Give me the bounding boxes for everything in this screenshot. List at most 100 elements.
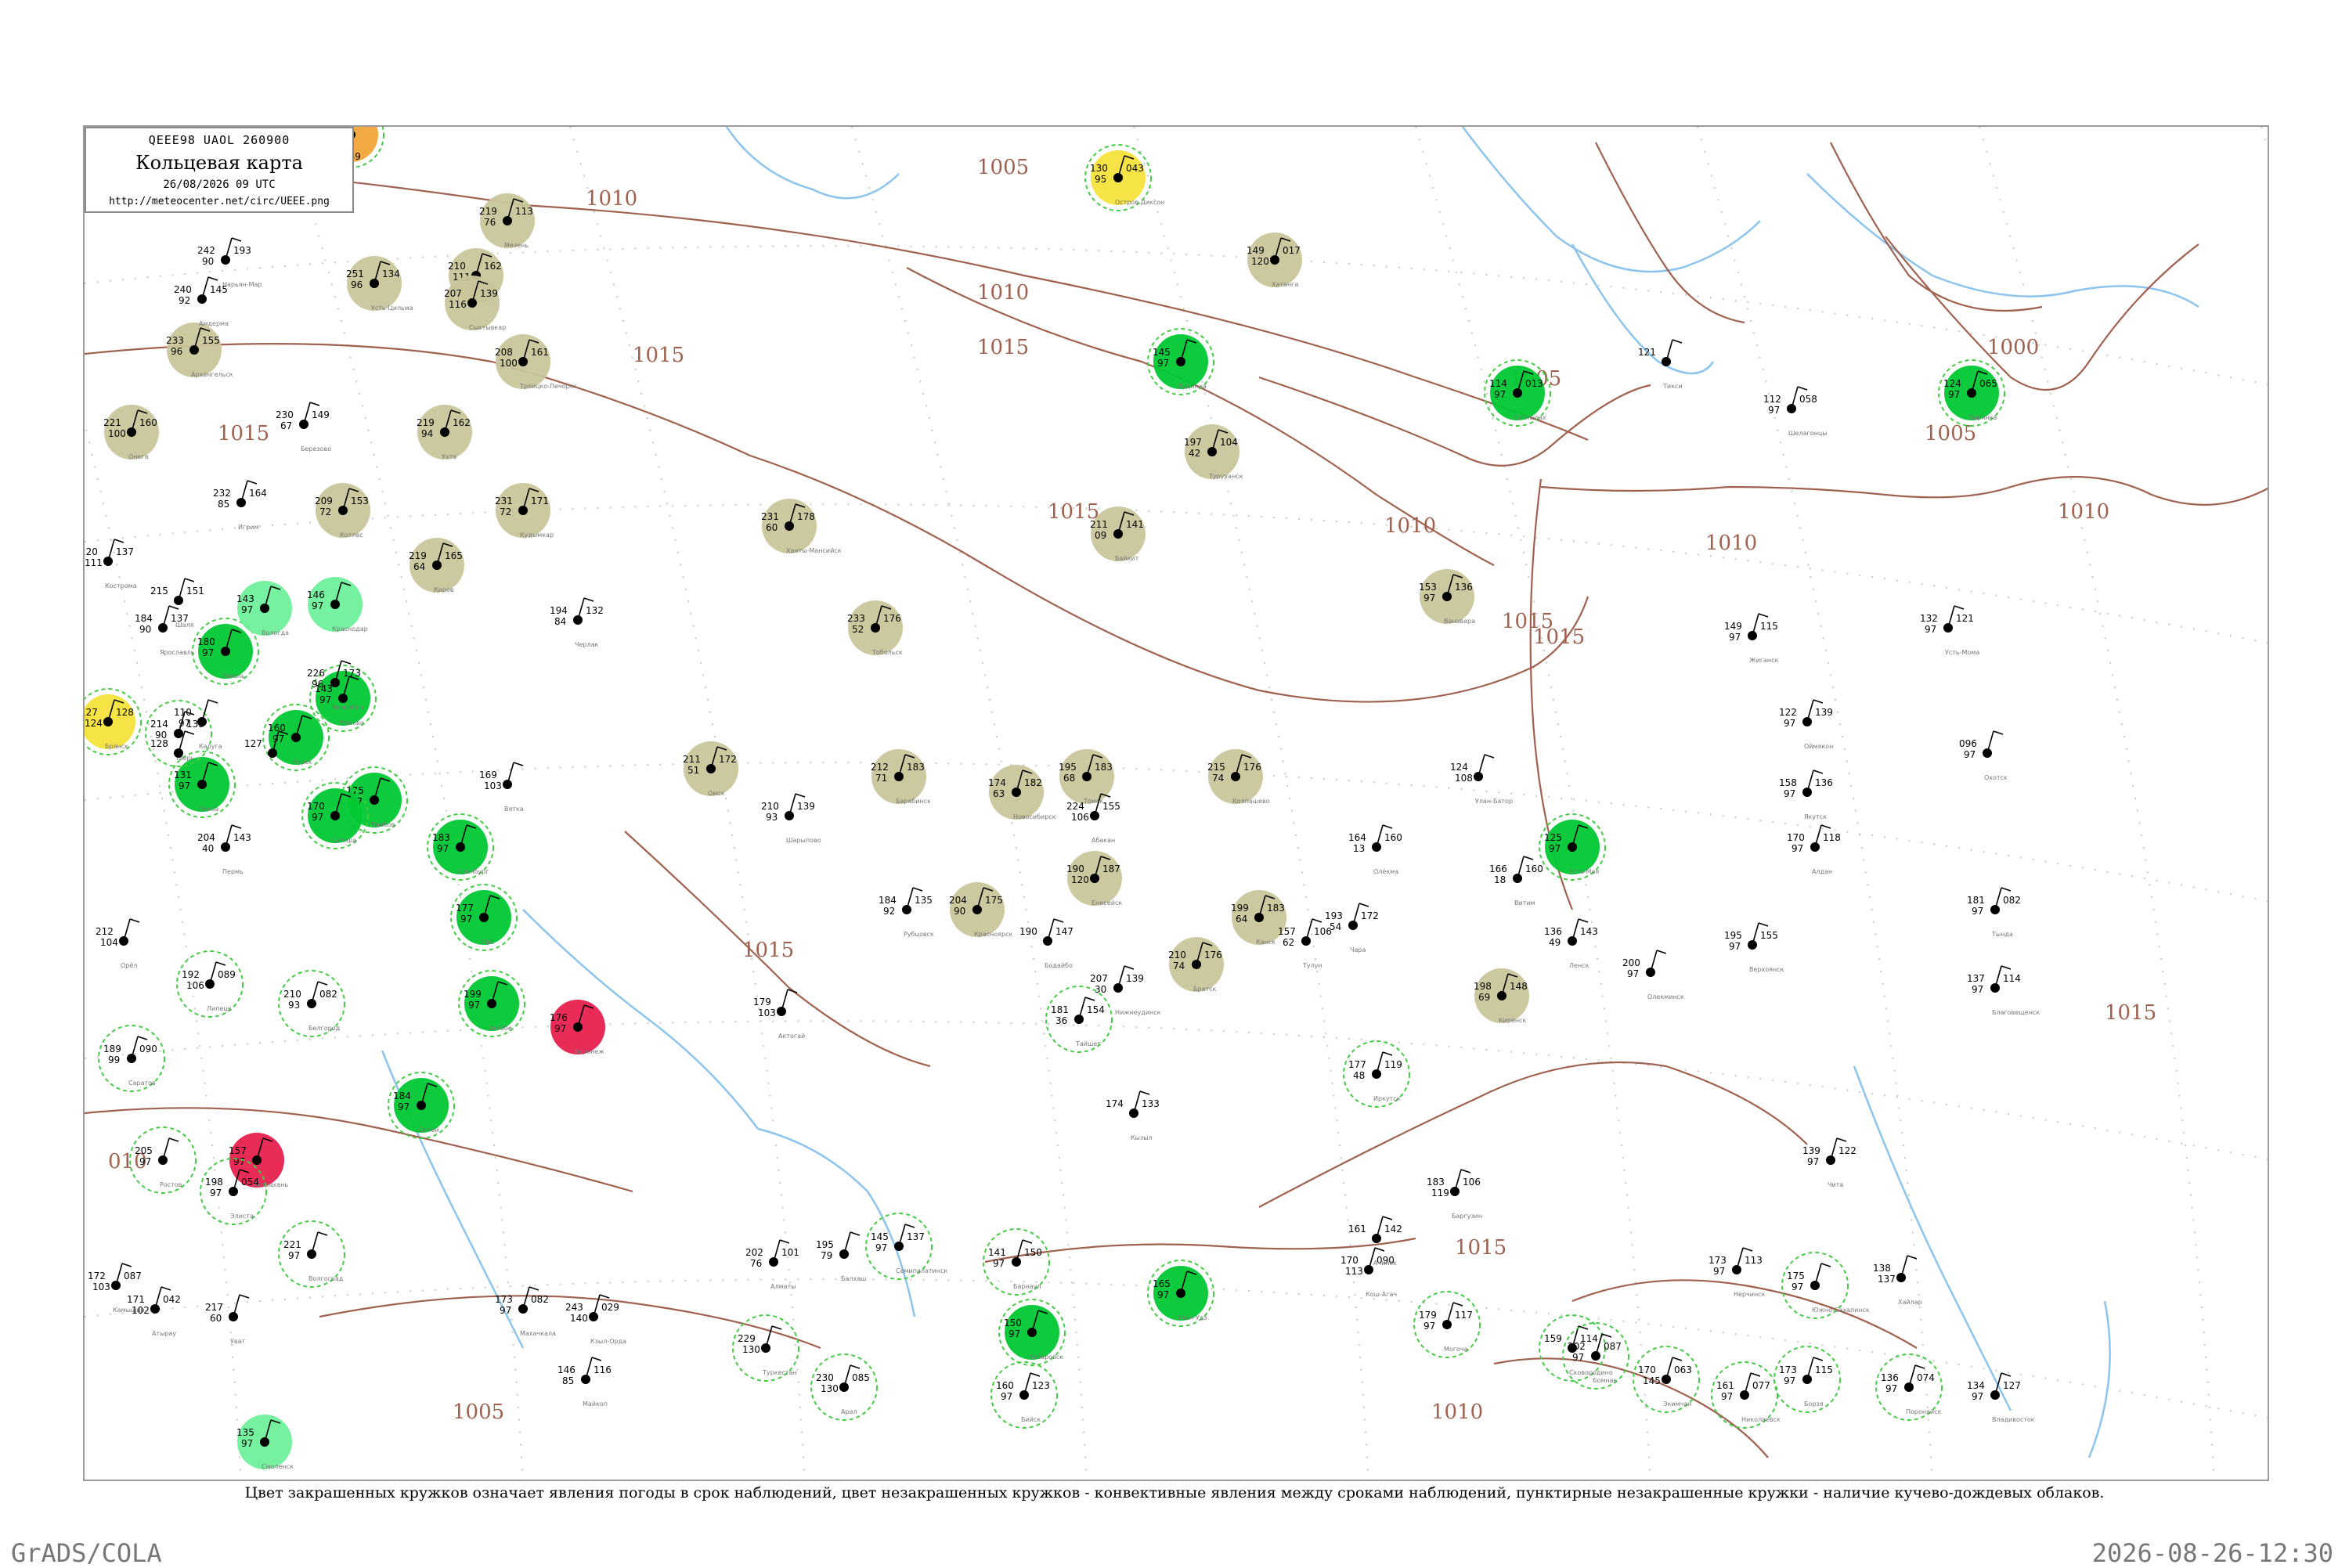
station-name: Калуга bbox=[199, 743, 222, 750]
station-dewpoint: 97 bbox=[1972, 906, 1983, 917]
footer-timestamp: 2026-08-26-12:30 bbox=[2091, 1538, 2333, 1568]
station-dewpoint: 84 bbox=[554, 616, 566, 627]
station-dewpoint: 69 bbox=[1478, 992, 1490, 1003]
station-dewpoint: 72 bbox=[319, 506, 331, 517]
wind-barb-feather bbox=[1382, 1051, 1393, 1056]
station-temperature: 160 bbox=[268, 723, 286, 734]
station-name: Усть-Цильма bbox=[371, 305, 413, 312]
station-dewpoint: 92 bbox=[179, 295, 190, 306]
station-pressure: 115 bbox=[1815, 1364, 1833, 1375]
station-pressure: 151 bbox=[186, 586, 204, 597]
station-name: Воронеж bbox=[575, 1048, 604, 1055]
station-dewpoint: 97 bbox=[398, 1101, 410, 1112]
wind-barb-feather bbox=[231, 237, 242, 242]
station-name: Черлак bbox=[575, 641, 599, 648]
station-name: Мезень bbox=[504, 242, 529, 249]
station-dewpoint: 130 bbox=[742, 1344, 760, 1355]
station-temperature: 189 bbox=[103, 1044, 121, 1054]
station-temperature: 166 bbox=[1489, 863, 1507, 874]
station-temperature: 240 bbox=[174, 284, 192, 295]
station-dewpoint: 95 bbox=[1095, 174, 1106, 185]
station-pressure: 162 bbox=[484, 261, 502, 272]
meridian-line bbox=[1415, 127, 1651, 1480]
parallel-line bbox=[85, 762, 2268, 903]
station-pressure: 017 bbox=[1283, 245, 1301, 256]
isobar-label: 1000 bbox=[1987, 336, 2039, 359]
station-temperature: 184 bbox=[879, 895, 897, 906]
wind-barb-feather bbox=[1672, 339, 1683, 344]
station-name: Новосибирск bbox=[1013, 813, 1056, 820]
isobar-label: 1010 bbox=[1705, 532, 1757, 555]
station-name: Березово bbox=[301, 445, 331, 452]
station-dewpoint: 92 bbox=[883, 906, 895, 917]
station-dewpoint: 64 bbox=[413, 561, 425, 572]
wind-barb-feather bbox=[317, 1231, 328, 1236]
station-temperature: 141 bbox=[988, 1247, 1006, 1258]
station-pressure: 172 bbox=[719, 754, 737, 765]
station-temperature: 110 bbox=[174, 707, 192, 718]
station-pressure: 113 bbox=[1745, 1255, 1763, 1266]
station-pressure: 137 bbox=[116, 546, 134, 557]
station-pressure: 117 bbox=[1455, 1310, 1473, 1321]
station-temperature: 200 bbox=[1622, 957, 1640, 968]
station-temperature: 170 bbox=[1340, 1255, 1359, 1266]
map-canvas: 1010100510101015101510151010101510051000… bbox=[85, 127, 2268, 1480]
station-name: Байкит bbox=[1115, 555, 1139, 562]
station-dewpoint: 97 bbox=[319, 694, 331, 705]
station-temperature: 175 bbox=[1787, 1271, 1805, 1281]
station-dewpoint: 63 bbox=[993, 788, 1005, 799]
station-name: Орёл bbox=[121, 962, 137, 969]
station-name: Саскылах bbox=[1514, 414, 1546, 421]
station-name: Оймякон bbox=[1804, 743, 1833, 750]
station-pressure: 139 bbox=[480, 288, 498, 299]
station-pressure: 063 bbox=[1674, 1364, 1692, 1375]
station-pressure: 122 bbox=[1838, 1145, 1856, 1156]
station-dewpoint: 119 bbox=[1431, 1188, 1449, 1199]
station-pressure: 087 bbox=[1604, 1341, 1622, 1352]
station-temperature: 193 bbox=[1325, 910, 1343, 921]
station-temperature: 145 bbox=[1153, 347, 1171, 358]
station-pressure: 141 bbox=[1126, 519, 1144, 530]
wind-barb-feather bbox=[1813, 770, 1824, 774]
station-dewpoint: 97 bbox=[1423, 1321, 1435, 1332]
station-temperature: 174 bbox=[1106, 1098, 1124, 1109]
station-temperature: 251 bbox=[346, 269, 364, 279]
station-temperature: 127 bbox=[244, 738, 262, 749]
map-datetime: 26/08/2026 09 UTC bbox=[163, 178, 276, 191]
station-temperature: 124 bbox=[1450, 762, 1468, 773]
station-dewpoint: 97 bbox=[1925, 624, 1936, 635]
station-temperature: 157 bbox=[229, 1145, 247, 1156]
wind-barb-feather bbox=[850, 1231, 861, 1236]
station-temperature: 195 bbox=[1059, 762, 1077, 773]
isobar-line bbox=[85, 1107, 633, 1193]
station-temperature: 173 bbox=[1709, 1255, 1727, 1266]
wind-barb-feather bbox=[1820, 1263, 1831, 1267]
station-temperature: 217 bbox=[205, 1302, 223, 1313]
station-temperature: 114 bbox=[1489, 378, 1507, 389]
station-name: Тикси bbox=[1662, 383, 1683, 390]
station-pressure: 143 bbox=[1580, 926, 1598, 937]
wind-barb-feather bbox=[168, 605, 179, 610]
station-pressure: 173 bbox=[343, 668, 361, 679]
map-url[interactable]: http://meteocenter.net/circ/UEEE.png bbox=[86, 196, 352, 207]
station-pressure: 043 bbox=[1126, 163, 1144, 174]
station-pressure: 176 bbox=[1204, 950, 1222, 961]
station-name: Якутск bbox=[1804, 813, 1827, 820]
isobar-line bbox=[1258, 1061, 1808, 1208]
station-temperature: 171 bbox=[127, 1294, 145, 1305]
wind-barb-feather bbox=[1578, 1325, 1589, 1330]
station-dewpoint: 97 bbox=[993, 1258, 1005, 1269]
station-temperature: 210 bbox=[283, 989, 301, 1000]
station-name: Шелагонцы bbox=[1788, 430, 1828, 437]
station-temperature: 202 bbox=[745, 1247, 763, 1258]
isobar-label: 1015 bbox=[633, 344, 684, 367]
station-dewpoint: 97 bbox=[1792, 843, 1803, 854]
station-dewpoint: 97 bbox=[1792, 1281, 1803, 1292]
station-name: Борзя bbox=[1804, 1400, 1824, 1408]
wind-barb-feather bbox=[1359, 903, 1369, 907]
station-dewpoint: 111 bbox=[85, 557, 103, 568]
station-dewpoint: 120 bbox=[1071, 874, 1089, 885]
station-temperature: 212 bbox=[871, 762, 889, 773]
station-pressure: 155 bbox=[1102, 801, 1120, 812]
wind-barb-feather bbox=[207, 699, 218, 704]
